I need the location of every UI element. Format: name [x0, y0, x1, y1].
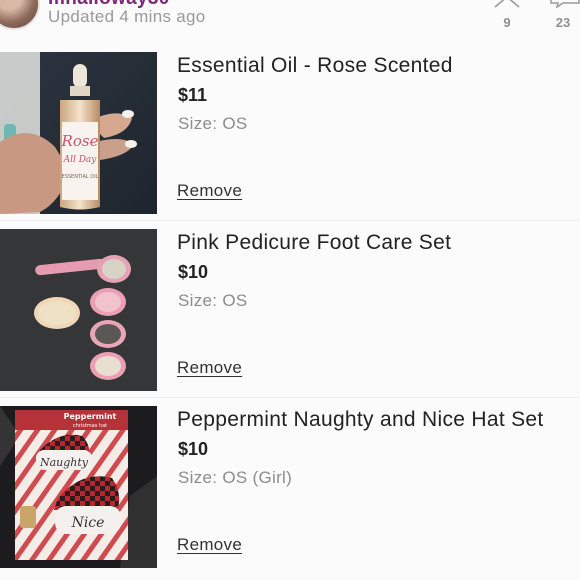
- like-icon[interactable]: [493, 0, 521, 8]
- comment-icon[interactable]: [549, 0, 580, 8]
- remove-button[interactable]: Remove: [177, 181, 242, 201]
- likes-count: 9: [503, 15, 511, 30]
- item-price: $10: [178, 439, 209, 459]
- divider: [0, 220, 580, 221]
- item-title[interactable]: Pink Pedicure Foot Care Set: [177, 231, 451, 255]
- hat-label-naughty: Naughty: [39, 456, 89, 469]
- remove-button[interactable]: Remove: [177, 358, 242, 378]
- item-title[interactable]: Peppermint Naughty and Nice Hat Set: [177, 408, 544, 432]
- bottle-label-sub: All Day: [63, 155, 98, 165]
- item-price: $10: [178, 262, 209, 282]
- hat-label-nice: Nice: [71, 515, 105, 531]
- remove-button[interactable]: Remove: [177, 535, 242, 555]
- product-image-essential-oil[interactable]: Rose All Day ESSENTIAL OIL: [0, 52, 157, 214]
- bottle-label-brand: Rose: [61, 132, 99, 150]
- item-size: Size: OS: [178, 114, 248, 133]
- listing-header: mnalloway30 Updated 4 mins ago 9 23: [0, 0, 580, 40]
- cart-item: Pink Pedicure Foot Care Set $10 Size: OS…: [0, 229, 580, 391]
- bottle-label-type: ESSENTIAL OIL: [62, 174, 99, 180]
- cart-item: Peppermint christmas hat Naughty Nice Pe…: [0, 406, 580, 568]
- updated-timestamp: Updated 4 mins ago: [48, 7, 206, 26]
- product-image-hat-set[interactable]: Peppermint christmas hat Naughty Nice: [0, 406, 157, 568]
- avatar[interactable]: [0, 0, 40, 30]
- cart-item: Rose All Day ESSENTIAL OIL Essential Oil…: [0, 52, 580, 214]
- item-size: Size: OS (Girl): [178, 468, 293, 487]
- item-size: Size: OS: [178, 291, 248, 310]
- comments-count: 23: [555, 15, 571, 30]
- divider: [0, 397, 580, 398]
- item-price: $11: [178, 85, 208, 105]
- product-image-pedicure-set[interactable]: [0, 229, 157, 391]
- item-title[interactable]: Essential Oil - Rose Scented: [177, 54, 453, 78]
- box-subtitle-text: christmas hat: [73, 423, 107, 429]
- box-brand-text: Peppermint: [64, 412, 117, 421]
